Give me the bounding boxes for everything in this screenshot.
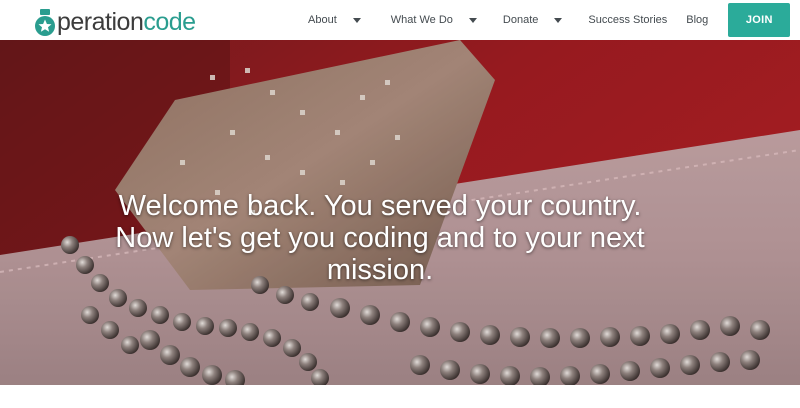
nav-item-label: Donate [502,14,539,26]
nav-item-blog[interactable]: Blog [686,0,708,40]
logo-wordmark: perationcode [57,7,196,37]
nav-item-label: What We Do [390,14,453,26]
page-bottom-strip [0,385,800,408]
nav-item-donate[interactable]: Donate [502,0,563,40]
hero-headline-line-2: Now let's get you coding and to your nex… [115,222,645,254]
logo-wordmark-code: code [143,8,196,36]
logo-wordmark-operation: peration [57,8,144,36]
chevron-down-icon[interactable] [468,17,477,23]
hero-headline-line-3: mission. [326,254,434,286]
operation-code-logo[interactable]: perationcode [34,3,196,37]
chevron-down-icon[interactable] [352,17,361,23]
nav-item-label: Blog [686,14,709,26]
nav-item-label: About [308,14,337,26]
medal-star-icon [34,9,56,37]
nav-item-success-stories[interactable]: Success Stories [588,0,667,40]
nav-item-what-we-do[interactable]: What We Do [391,0,477,40]
hero-banner: Welcome back. You served your country. N… [0,40,800,385]
hero-headline-line-1: Welcome back. You served your country. [118,190,642,222]
nav-item-label: Success Stories [588,14,668,26]
hero-headline: Welcome back. You served your country. N… [0,190,760,286]
main-nav: About What We Do Donate Success Stories … [308,0,791,40]
nav-item-about[interactable]: About [308,0,361,40]
join-button[interactable]: JOIN [728,3,791,37]
chevron-down-icon[interactable] [554,17,563,23]
site-header: perationcode About What We Do Donate Suc… [0,0,800,40]
